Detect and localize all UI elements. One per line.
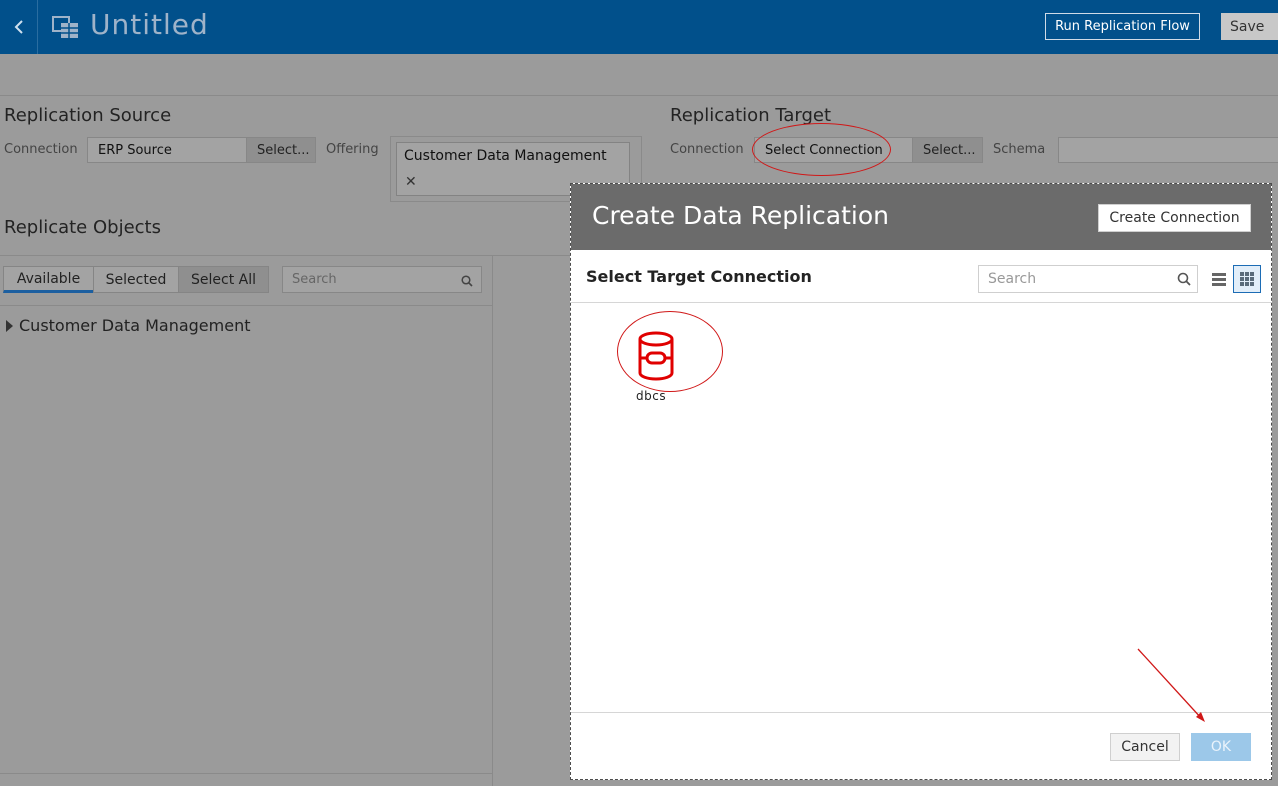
page-title: Untitled	[90, 8, 209, 41]
grid-view-button[interactable]	[1233, 265, 1261, 293]
target-select-button[interactable]: Select...	[912, 137, 983, 163]
tree-item-label: Customer Data Management	[19, 316, 251, 335]
divider	[0, 305, 492, 306]
remove-offering-icon[interactable]: ✕	[405, 174, 417, 190]
tree-item[interactable]: Customer Data Management	[6, 316, 251, 335]
objects-search-placeholder: Search	[292, 272, 337, 287]
replication-source-title: Replication Source	[4, 105, 172, 126]
grid-view-icon	[1240, 272, 1254, 286]
objects-search-input[interactable]: Search	[282, 266, 482, 293]
divider	[492, 256, 493, 786]
select-all-button[interactable]: Select All	[178, 266, 269, 293]
dialog-footer-divider	[571, 712, 1271, 713]
divider	[0, 255, 570, 256]
toolbar-strip	[0, 54, 1278, 96]
expand-arrow-icon[interactable]	[6, 319, 13, 332]
connection-search-placeholder: Search	[988, 271, 1037, 287]
tab-selected[interactable]: Selected	[93, 266, 179, 293]
connection-tile-dbcs[interactable]	[617, 311, 727, 406]
replicate-objects-title: Replicate Objects	[4, 217, 161, 238]
target-connection-label: Connection	[670, 142, 744, 157]
ok-button[interactable]: OK	[1191, 733, 1251, 761]
dialog-subheader: Select Target Connection Search	[571, 250, 1271, 303]
dialog-header: Create Data Replication Create Connectio…	[571, 184, 1271, 250]
source-connection-label: Connection	[4, 142, 78, 157]
target-connection-input[interactable]: Select Connection	[754, 137, 914, 163]
schema-input[interactable]	[1058, 137, 1278, 163]
replication-flow-icon	[52, 16, 78, 38]
save-button[interactable]: Save	[1221, 13, 1278, 40]
app-header: Untitled Run Replication Flow Save	[0, 0, 1278, 54]
source-select-button[interactable]: Select...	[246, 137, 316, 163]
search-icon[interactable]	[1177, 272, 1191, 286]
select-target-connection-title: Select Target Connection	[586, 267, 812, 286]
schema-label: Schema	[993, 142, 1046, 157]
replication-target-title: Replication Target	[670, 105, 832, 126]
offering-label: Offering	[326, 142, 379, 157]
database-icon	[638, 331, 674, 381]
run-replication-flow-button[interactable]: Run Replication Flow	[1045, 13, 1200, 40]
cancel-button[interactable]: Cancel	[1110, 733, 1180, 761]
connection-search-input[interactable]: Search	[978, 265, 1198, 293]
connection-tile-label: dbcs	[636, 389, 667, 403]
chevron-left-icon	[14, 20, 23, 34]
create-connection-button[interactable]: Create Connection	[1098, 204, 1251, 232]
create-data-replication-dialog: Create Data Replication Create Connectio…	[570, 183, 1272, 780]
tab-available[interactable]: Available	[3, 266, 94, 293]
source-connection-input[interactable]: ERP Source	[87, 137, 247, 163]
divider	[0, 773, 492, 774]
dialog-title: Create Data Replication	[592, 201, 889, 230]
search-icon	[461, 275, 473, 287]
offering-token-label: Customer Data Management	[404, 148, 607, 164]
back-button[interactable]	[0, 0, 38, 54]
list-view-icon[interactable]	[1210, 268, 1228, 290]
